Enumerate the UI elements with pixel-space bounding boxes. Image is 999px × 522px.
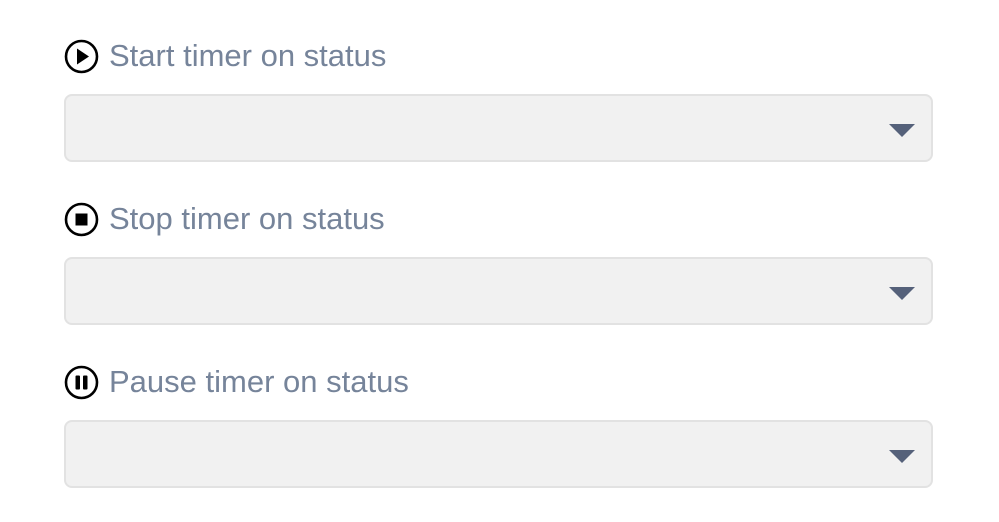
start-timer-status-select[interactable] [64,94,933,162]
pause-timer-field: Pause timer on status [64,364,933,488]
start-timer-label-row: Start timer on status [64,38,933,74]
chevron-down-icon [889,450,915,463]
start-timer-label: Start timer on status [109,38,387,73]
play-circle-icon [64,39,99,74]
pause-timer-status-select[interactable] [64,420,933,488]
stop-timer-label: Stop timer on status [109,201,385,236]
stop-timer-status-select[interactable] [64,257,933,325]
chevron-down-icon [889,124,915,137]
pause-circle-icon [64,365,99,400]
start-timer-field: Start timer on status [64,38,933,162]
stop-circle-icon [64,202,99,237]
pause-timer-label-row: Pause timer on status [64,364,933,400]
stop-timer-field: Stop timer on status [64,201,933,325]
chevron-down-icon [889,287,915,300]
pause-timer-label: Pause timer on status [109,364,409,399]
stop-timer-label-row: Stop timer on status [64,201,933,237]
